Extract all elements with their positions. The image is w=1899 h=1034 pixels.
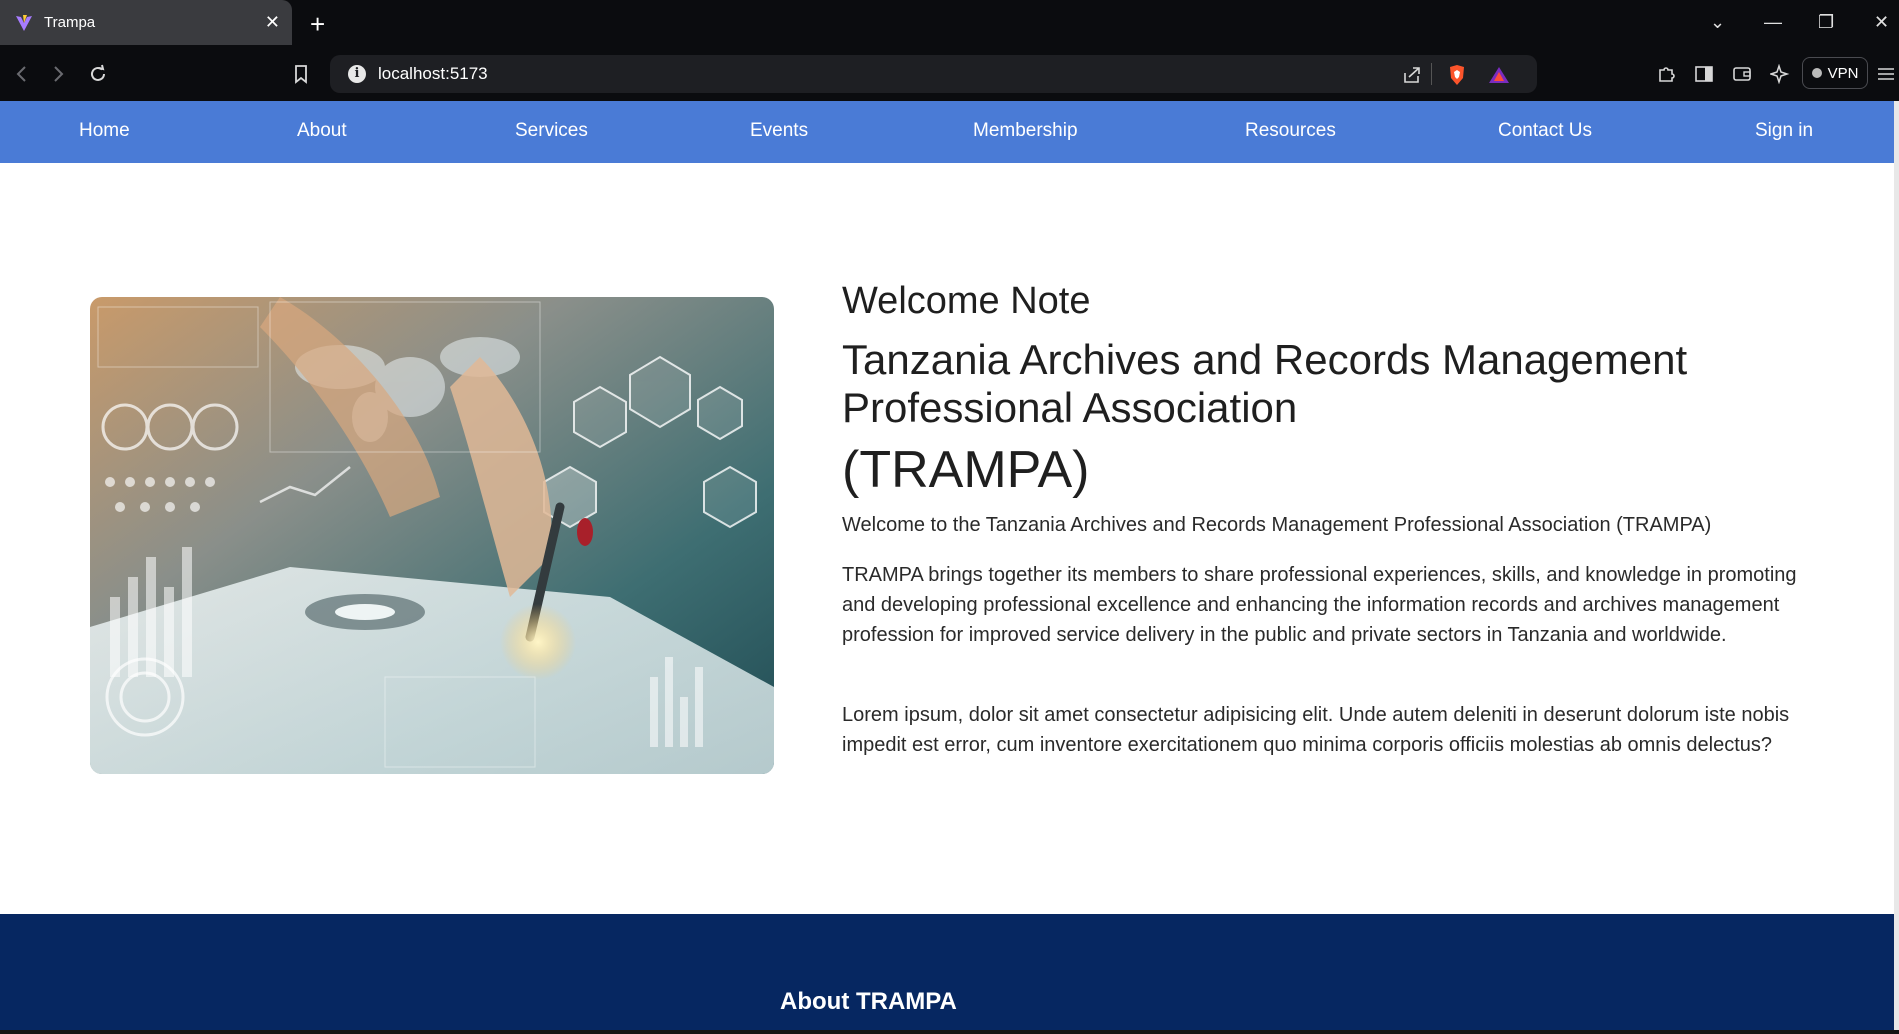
browser-toolbar: i localhost:5173 VPN	[0, 49, 1899, 101]
nav-services[interactable]: Services	[515, 120, 588, 142]
nav-sign-in[interactable]: Sign in	[1755, 120, 1813, 142]
forward-icon[interactable]	[46, 62, 70, 86]
address-bar[interactable]: i localhost:5173	[330, 55, 1537, 93]
nav-about[interactable]: About	[297, 120, 347, 142]
omnibox-divider	[1431, 63, 1432, 85]
tab-close-icon[interactable]: ✕	[265, 12, 280, 32]
welcome-body-text: TRAMPA brings together its members to sh…	[842, 564, 1797, 646]
brave-shields-icon[interactable]	[1446, 64, 1468, 86]
lorem-text: Lorem ipsum, dolor sit amet consectetur …	[842, 704, 1790, 756]
vpn-label: VPN	[1827, 64, 1859, 82]
taskbar-edge	[0, 1030, 1899, 1034]
page-scrollbar[interactable]	[1894, 101, 1899, 1034]
back-icon[interactable]	[10, 62, 34, 86]
browser-tab[interactable]: Trampa ✕	[0, 0, 292, 45]
sidebar-icon[interactable]	[1692, 62, 1716, 86]
hero-business-analytics-image	[90, 297, 774, 774]
leo-ai-icon[interactable]	[1768, 62, 1792, 86]
nav-home[interactable]: Home	[79, 120, 130, 142]
reload-icon[interactable]	[86, 62, 110, 86]
close-window-icon[interactable]: ✕	[1874, 12, 1889, 32]
wallet-icon[interactable]	[1730, 62, 1754, 86]
nav-membership[interactable]: Membership	[973, 120, 1078, 142]
tab-search-chevron-icon[interactable]: ⌄	[1710, 12, 1725, 32]
association-name-heading: Tanzania Archives and Records Management…	[842, 336, 1688, 431]
extensions-icon[interactable]	[1654, 62, 1678, 86]
about-section	[0, 914, 1894, 1034]
nav-contact-us[interactable]: Contact Us	[1498, 120, 1592, 142]
brave-rewards-icon[interactable]	[1488, 64, 1510, 86]
vite-favicon-icon	[14, 13, 34, 33]
vpn-status-icon	[1811, 68, 1822, 78]
site-navbar: Home About Services Events Membership Re…	[0, 101, 1894, 163]
restore-icon[interactable]: ❐	[1818, 12, 1834, 32]
welcome-note-heading: Welcome Note	[842, 280, 1091, 322]
about-section-title: About TRAMPA	[780, 988, 957, 1015]
browser-tab-bar: Trampa ✕ + ⌄ — ❐ ✕	[0, 0, 1899, 49]
bookmark-icon[interactable]	[289, 62, 313, 86]
vpn-button[interactable]: VPN	[1802, 57, 1868, 89]
association-abbreviation: (TRAMPA)	[842, 441, 1090, 499]
url-text: localhost:5173	[378, 64, 488, 83]
menu-icon[interactable]	[1874, 62, 1898, 86]
nav-events[interactable]: Events	[750, 120, 808, 142]
tab-title: Trampa	[44, 14, 96, 31]
welcome-intro-text: Welcome to the Tanzania Archives and Rec…	[842, 514, 1712, 536]
share-icon[interactable]	[1401, 64, 1423, 86]
site-info-icon[interactable]: i	[348, 65, 366, 83]
nav-resources[interactable]: Resources	[1245, 120, 1336, 142]
new-tab-icon[interactable]: +	[310, 10, 325, 38]
minimize-icon[interactable]: —	[1764, 12, 1782, 32]
